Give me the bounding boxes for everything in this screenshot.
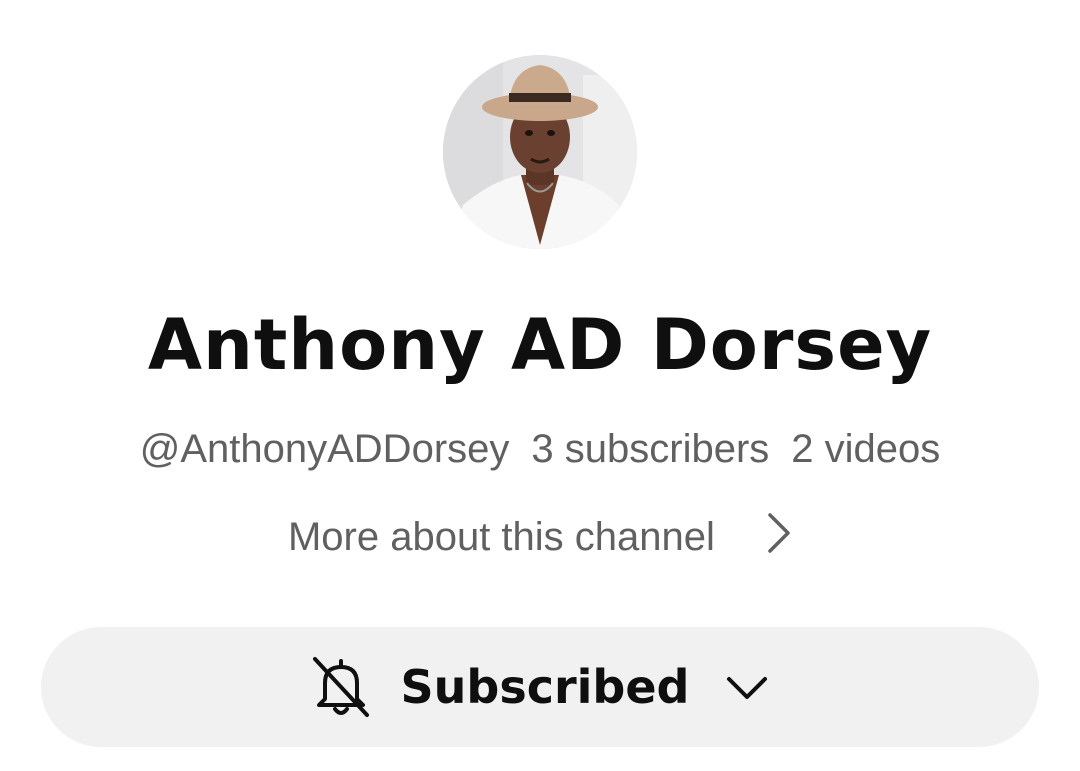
channel-avatar[interactable]	[443, 55, 637, 249]
channel-name: Anthony AD Dorsey	[147, 304, 933, 386]
bell-off-icon	[312, 657, 369, 717]
more-about-label: More about this channel	[287, 515, 715, 559]
subscriber-count: 3 subscribers	[531, 427, 770, 471]
chevron-right-icon	[766, 512, 792, 566]
video-count: 2 videos	[791, 427, 941, 471]
channel-handle: @AnthonyADDorsey	[139, 427, 510, 471]
more-about-channel-link[interactable]: More about this channel	[0, 512, 1080, 566]
subscribed-button[interactable]: Subscribed	[41, 627, 1039, 747]
chevron-down-icon	[727, 677, 768, 699]
channel-meta: @AnthonyADDorsey 3 subscribers 2 videos	[0, 424, 1080, 474]
subscribed-label: Subscribed	[400, 660, 690, 714]
avatar-photo	[443, 55, 637, 249]
